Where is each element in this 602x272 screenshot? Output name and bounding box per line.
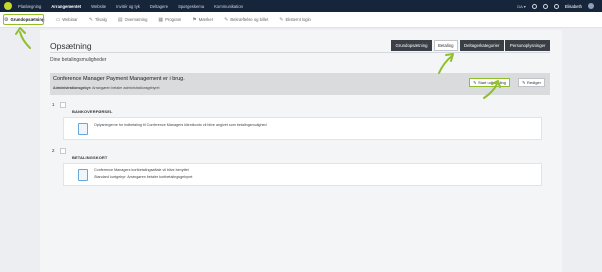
clipboard-icon — [78, 123, 88, 135]
page-title: Opsætning — [50, 41, 92, 51]
topnav-item-sporgeskema[interactable]: Spørgeskema — [178, 4, 204, 9]
pencil-icon: ✎ — [88, 16, 93, 23]
subnav-item-label: Tilvalg — [94, 17, 107, 22]
subnav-item-bekraeftelse[interactable]: ✎ Bekræftelse og billet — [224, 17, 268, 23]
topnav-item-kommunikation[interactable]: Kommunikation — [214, 4, 243, 9]
credit-card-icon — [78, 169, 88, 181]
top-right-controls: DA ▾ Elisabeth — [517, 0, 594, 12]
language-selector[interactable]: DA ▾ — [517, 4, 525, 9]
option-title: BETALINGSKORT — [72, 155, 108, 160]
top-navbar: Planlægning Arrangementet Website Invité… — [0, 0, 602, 12]
fee-value: Arrangøren betaler administrationsgebyre… — [92, 86, 160, 90]
tab-betaling[interactable]: Betaling — [433, 40, 459, 51]
calendar-icon: ▦ — [158, 16, 164, 23]
monitor-icon: ▭ — [55, 16, 61, 23]
subnav-item-webinar[interactable]: ▭ Webinar — [55, 17, 77, 23]
status-message: Conference Manager Payment Management er… — [53, 76, 185, 82]
tab-grundopsaetning[interactable]: Grundopsætning — [391, 40, 433, 51]
topnav-item-website[interactable]: Website — [91, 4, 106, 9]
subnav-item-label: Overnatning — [124, 17, 148, 22]
settings-tabs: Grundopsætning Betaling Deltagerkategori… — [391, 40, 550, 51]
app-logo[interactable] — [4, 2, 12, 10]
pencil-icon: ✎ — [473, 80, 477, 85]
pencil-icon: ✎ — [279, 16, 284, 23]
drag-handle-icon[interactable] — [60, 102, 66, 108]
option-number: 2 — [52, 148, 55, 153]
option-card-card: Conference Managers kortbetalingsaftale … — [63, 163, 542, 186]
help-icon[interactable] — [531, 3, 537, 9]
settings-icon[interactable] — [542, 3, 548, 9]
subnav-item-label: Webinar — [62, 17, 78, 22]
start-payout-button[interactable]: ✎ Start udbetaling — [469, 78, 510, 87]
edit-label: Redigér — [526, 80, 541, 85]
subnav-item-label: Bekræftelse og billet — [230, 17, 269, 22]
divider — [50, 52, 550, 53]
topnav-item-arrangementet[interactable]: Arrangementet — [51, 4, 81, 9]
highlight-frame — [3, 14, 44, 25]
notifications-icon[interactable] — [553, 3, 559, 9]
edit-button[interactable]: ✎ Redigér — [518, 78, 545, 87]
subnav-item-label: Mærker — [198, 17, 214, 22]
topnav-item-inviter[interactable]: Invitér og tyk — [116, 4, 140, 9]
option-fee: Standard kortgebyr: Arrangøren betaler k… — [94, 175, 193, 179]
option-description: Oplysningerne for indbetaling til Confer… — [94, 123, 267, 127]
subnav-item-label: Eksternt login — [285, 17, 311, 22]
tab-personoplysninger[interactable]: Personoplysninger — [505, 40, 550, 51]
pencil-icon: ✎ — [522, 80, 526, 85]
start-payout-label: Start udbetaling — [477, 80, 506, 85]
sub-navbar: ⚙ Grundopsætning ▭ Webinar ✎ Tilvalg ▤ O… — [0, 12, 602, 28]
main-panel: Opsætning Grundopsætning Betaling Deltag… — [40, 30, 562, 272]
tag-icon: ⚑ — [192, 16, 197, 23]
option-number: 1 — [52, 102, 55, 107]
fee-label: Administrationsgebyr: — [53, 86, 92, 90]
subnav-item-tilvalg[interactable]: ✎ Tilvalg — [89, 17, 107, 23]
tab-deltagerkategorier[interactable]: Deltagerkategorier — [459, 40, 504, 51]
option-title: BANKOVERFØRSEL — [72, 109, 113, 114]
arrow-to-subnav — [19, 31, 31, 49]
subnav-item-label: Program — [165, 17, 182, 22]
option-description: Conference Managers kortbetalingsaftale … — [94, 168, 189, 172]
top-nav-menu: Planlægning Arrangementet Website Invité… — [18, 4, 253, 9]
subnav-item-maerker[interactable]: ⚑ Mærker — [192, 17, 213, 23]
pencil-icon: ✎ — [224, 16, 229, 23]
topnav-item-planlaegning[interactable]: Planlægning — [18, 4, 41, 9]
bed-icon: ▤ — [117, 16, 123, 23]
topnav-item-deltagere[interactable]: Deltagere — [150, 4, 168, 9]
option-card-bank: Oplysningerne for indbetaling til Confer… — [63, 117, 542, 140]
subnav-item-overnatning[interactable]: ▤ Overnatning — [118, 17, 148, 23]
subnav-item-program[interactable]: ▦ Program — [158, 17, 181, 23]
user-name[interactable]: Elisabeth — [565, 4, 582, 9]
payment-status-bar: Conference Manager Payment Management er… — [50, 73, 550, 95]
subnav-item-eksternt-login[interactable]: ✎ Eksternt login — [279, 17, 311, 23]
section-title: Dine betalingsmuligheder — [50, 57, 107, 63]
status-fee-info: Administrationsgebyr: Arrangøren betaler… — [53, 86, 159, 90]
avatar[interactable] — [588, 3, 594, 9]
arrow-head — [15, 27, 26, 35]
drag-handle-icon[interactable] — [60, 148, 66, 154]
